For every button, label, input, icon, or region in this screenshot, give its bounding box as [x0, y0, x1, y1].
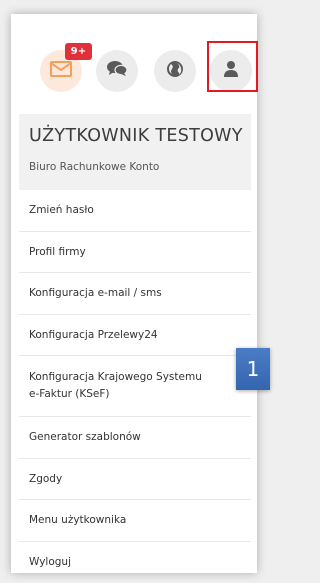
menu-item-email-sms-config[interactable]: Konfiguracja e-mail / sms: [19, 273, 251, 315]
user-menu: Zmień hasło Profil firmy Konfiguracja e-…: [19, 190, 251, 583]
chat-button[interactable]: [96, 50, 138, 92]
globe-icon: [166, 60, 184, 82]
user-name: UŻYTKOWNIK TESTOWY: [29, 126, 243, 146]
user-button-highlight: [207, 41, 258, 92]
user-company: Biuro Rachunkowe Konto: [29, 161, 159, 173]
icon-bar: 9+: [11, 14, 257, 106]
user-header: UŻYTKOWNIK TESTOWY Biuro Rachunkowe Kont…: [19, 114, 251, 190]
menu-item-template-generator[interactable]: Generator szablonów: [19, 417, 251, 459]
language-button[interactable]: [154, 50, 196, 92]
menu-item-przelewy24-config[interactable]: Konfiguracja Przelewy24: [19, 315, 251, 357]
step-marker: 1: [236, 348, 270, 390]
menu-item-user-menu[interactable]: Menu użytkownika: [19, 500, 251, 542]
chat-icon: [106, 60, 128, 82]
menu-item-change-password[interactable]: Zmień hasło: [19, 190, 251, 232]
menu-item-consents[interactable]: Zgody: [19, 459, 251, 501]
notification-badge: 9+: [65, 43, 92, 60]
user-menu-panel: 9+: [11, 14, 257, 573]
menu-item-company-profile[interactable]: Profil firmy: [19, 232, 251, 274]
mail-icon: [50, 61, 72, 81]
menu-item-ksef-config[interactable]: Konfiguracja Krajowego Systemu e-Faktur …: [19, 356, 251, 417]
